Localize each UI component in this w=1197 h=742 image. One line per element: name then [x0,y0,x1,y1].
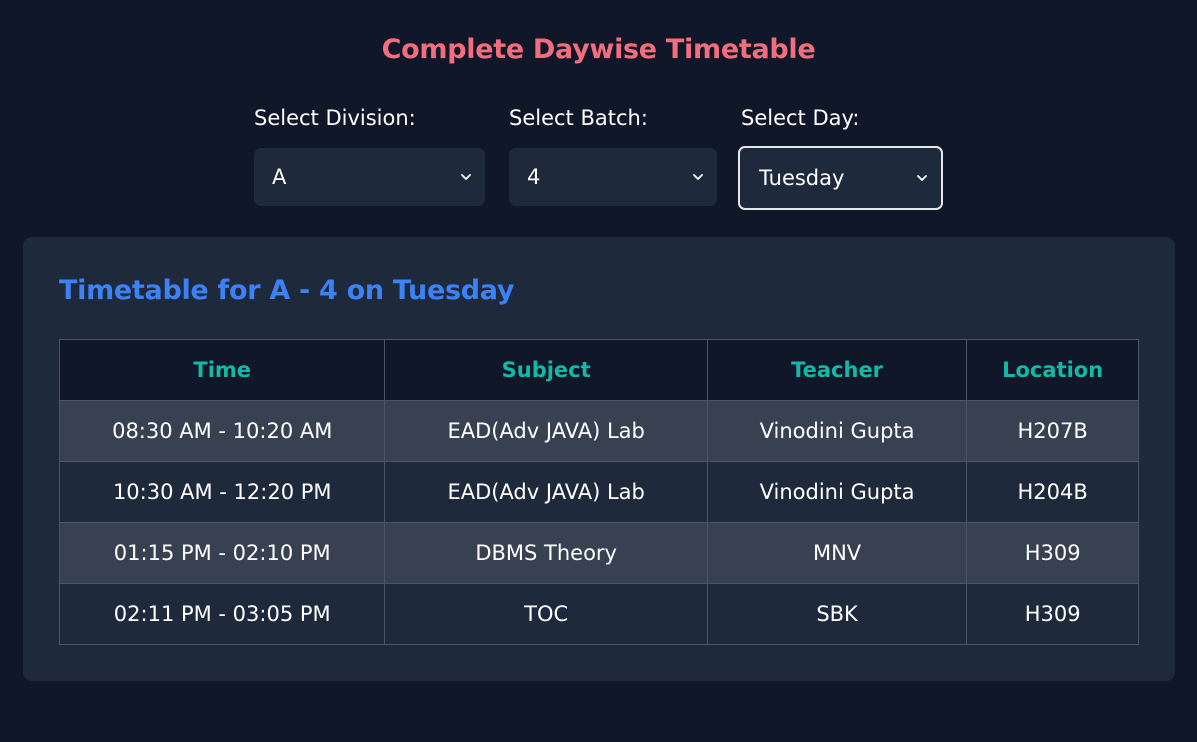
day-label: Select Day: [741,106,860,130]
teacher-cell: MNV [706,522,968,584]
column-header-time: Time [58,339,386,401]
time-cell: 08:30 AM - 10:20 AM [58,400,386,462]
chevron-down-icon [917,175,927,181]
division-label: Select Division: [254,106,416,130]
day-select[interactable]: Tuesday [738,146,943,210]
division-select-value: A [272,165,287,189]
subject-cell: EAD(Adv JAVA) Lab [384,400,708,462]
subject-cell: DBMS Theory [384,522,708,584]
batch-select-value: 4 [527,165,541,189]
table-row: 10:30 AM - 12:20 PM EAD(Adv JAVA) Lab Vi… [58,461,1139,523]
batch-field: Select Batch: 4 [509,100,717,206]
chevron-down-icon [693,174,703,180]
timetable-table: Time Subject Teacher Location 08:30 AM -… [58,339,1139,645]
column-header-location: Location [966,339,1139,401]
subject-cell: TOC [384,583,708,645]
batch-label: Select Batch: [509,106,648,130]
timetable-page: Complete Daywise Timetable Select Divisi… [0,0,1197,742]
time-cell: 01:15 PM - 02:10 PM [58,522,386,584]
teacher-cell: Vinodini Gupta [706,400,968,462]
chevron-down-icon [461,174,471,180]
location-cell: H204B [966,461,1139,523]
timetable-panel: Timetable for A - 4 on Tuesday Time Subj… [23,237,1175,681]
division-field: Select Division: A [254,100,485,206]
table-header-row: Time Subject Teacher Location [58,339,1139,401]
column-header-teacher: Teacher [706,339,968,401]
day-field: Select Day: Tuesday [738,100,943,210]
location-cell: H309 [966,583,1139,645]
table-row: 08:30 AM - 10:20 AM EAD(Adv JAVA) Lab Vi… [58,400,1139,462]
teacher-cell: SBK [706,583,968,645]
time-cell: 02:11 PM - 03:05 PM [58,583,386,645]
time-cell: 10:30 AM - 12:20 PM [58,461,386,523]
subject-cell: EAD(Adv JAVA) Lab [384,461,708,523]
teacher-cell: Vinodini Gupta [706,461,968,523]
table-row: 01:15 PM - 02:10 PM DBMS Theory MNV H309 [58,522,1139,584]
timetable-heading: Timetable for A - 4 on Tuesday [59,275,515,306]
division-select[interactable]: A [254,148,485,206]
column-header-subject: Subject [384,339,708,401]
table-row: 02:11 PM - 03:05 PM TOC SBK H309 [58,583,1139,645]
location-cell: H207B [966,400,1139,462]
day-select-value: Tuesday [759,166,845,190]
batch-select[interactable]: 4 [509,148,717,206]
page-title: Complete Daywise Timetable [381,34,816,65]
location-cell: H309 [966,522,1139,584]
